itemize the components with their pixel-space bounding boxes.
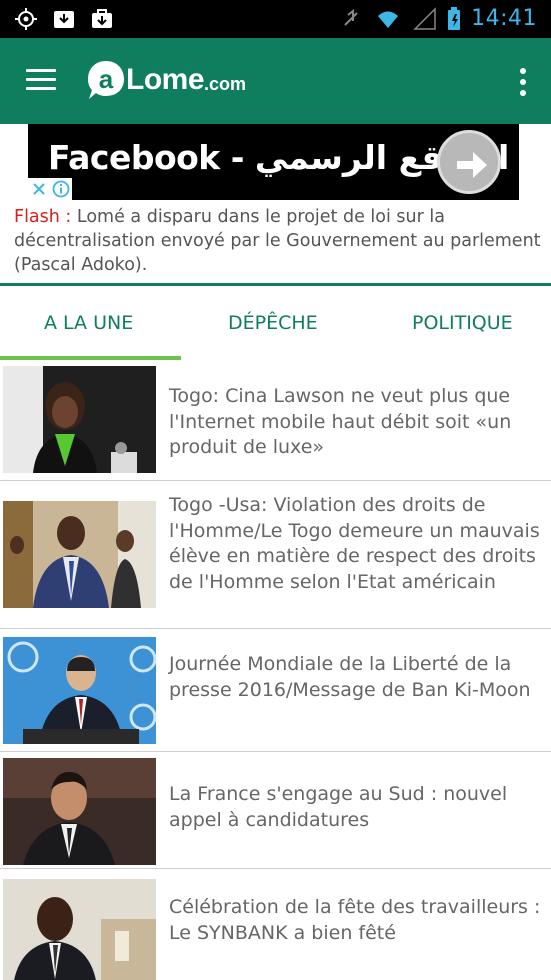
logo-suffix: .com bbox=[204, 73, 247, 94]
wifi-icon bbox=[378, 11, 399, 28]
logo-bubble-icon: a bbox=[88, 61, 124, 99]
ad-info-icon[interactable] bbox=[50, 178, 72, 200]
article-title: Togo: Cina Lawson ne veut plus que l'Int… bbox=[169, 385, 512, 458]
flash-news[interactable]: Flash : Lomé a disparu dans le projet de… bbox=[14, 205, 546, 277]
status-bar: 14:41 bbox=[0, 0, 551, 38]
hamburger-menu-icon[interactable] bbox=[26, 69, 56, 93]
flash-text: Lomé a disparu dans le projet de loi sur… bbox=[14, 207, 541, 275]
svg-text:a: a bbox=[99, 64, 114, 94]
arrow-right-icon[interactable] bbox=[437, 130, 501, 194]
list-item[interactable]: Togo -Usa: Violation des droits de l'Hom… bbox=[0, 481, 551, 629]
article-title: Togo -Usa: Violation des droits de l'Hom… bbox=[169, 494, 540, 593]
flash-label: Flash : bbox=[14, 207, 72, 227]
tab-a-la-une[interactable]: A LA UNE bbox=[44, 312, 133, 334]
alome-logo: a Lome .com bbox=[86, 58, 246, 102]
tab-politique[interactable]: POLITIQUE bbox=[412, 312, 513, 334]
logo-text: Lome bbox=[126, 63, 205, 96]
tab-depeche[interactable]: DÉPÊCHE bbox=[228, 312, 318, 334]
battery-icon bbox=[448, 6, 461, 30]
article-thumbnail bbox=[3, 637, 156, 744]
list-item[interactable]: Togo: Cina Lawson ne veut plus que l'Int… bbox=[0, 360, 551, 481]
app-bar: a Lome .com bbox=[0, 38, 551, 124]
article-thumbnail bbox=[3, 501, 156, 608]
ad-banner[interactable]: Facebook - الموقع الرسمي bbox=[28, 124, 519, 200]
article-title: La France s'engage au Sud : nouvel appel… bbox=[169, 783, 508, 831]
category-tabs: A LA UNE DÉPÊCHE POLITIQUE bbox=[0, 286, 551, 360]
bag-icon bbox=[92, 9, 112, 28]
list-item[interactable]: Journée Mondiale de la Liberté de la pre… bbox=[0, 629, 551, 752]
ad-close-icon[interactable] bbox=[28, 178, 50, 200]
mute-icon bbox=[344, 8, 358, 26]
article-thumbnail bbox=[3, 758, 156, 865]
article-thumbnail bbox=[3, 879, 156, 980]
download-icon bbox=[54, 11, 74, 28]
list-item[interactable]: Célébration de la fête des travailleurs … bbox=[0, 869, 551, 980]
clock: 14:41 bbox=[471, 6, 537, 31]
ad-choices[interactable] bbox=[28, 178, 72, 200]
article-title: Célébration de la fête des travailleurs … bbox=[169, 896, 541, 944]
notification-icons bbox=[14, 7, 114, 31]
more-vert-icon[interactable] bbox=[519, 68, 527, 96]
signal-icon bbox=[413, 6, 436, 30]
list-item[interactable]: La France s'engage au Sud : nouvel appel… bbox=[0, 752, 551, 869]
system-status: 14:41 bbox=[339, 6, 537, 31]
article-thumbnail bbox=[3, 366, 156, 473]
gps-icon bbox=[15, 8, 37, 30]
article-title: Journée Mondiale de la Liberté de la pre… bbox=[169, 653, 531, 701]
